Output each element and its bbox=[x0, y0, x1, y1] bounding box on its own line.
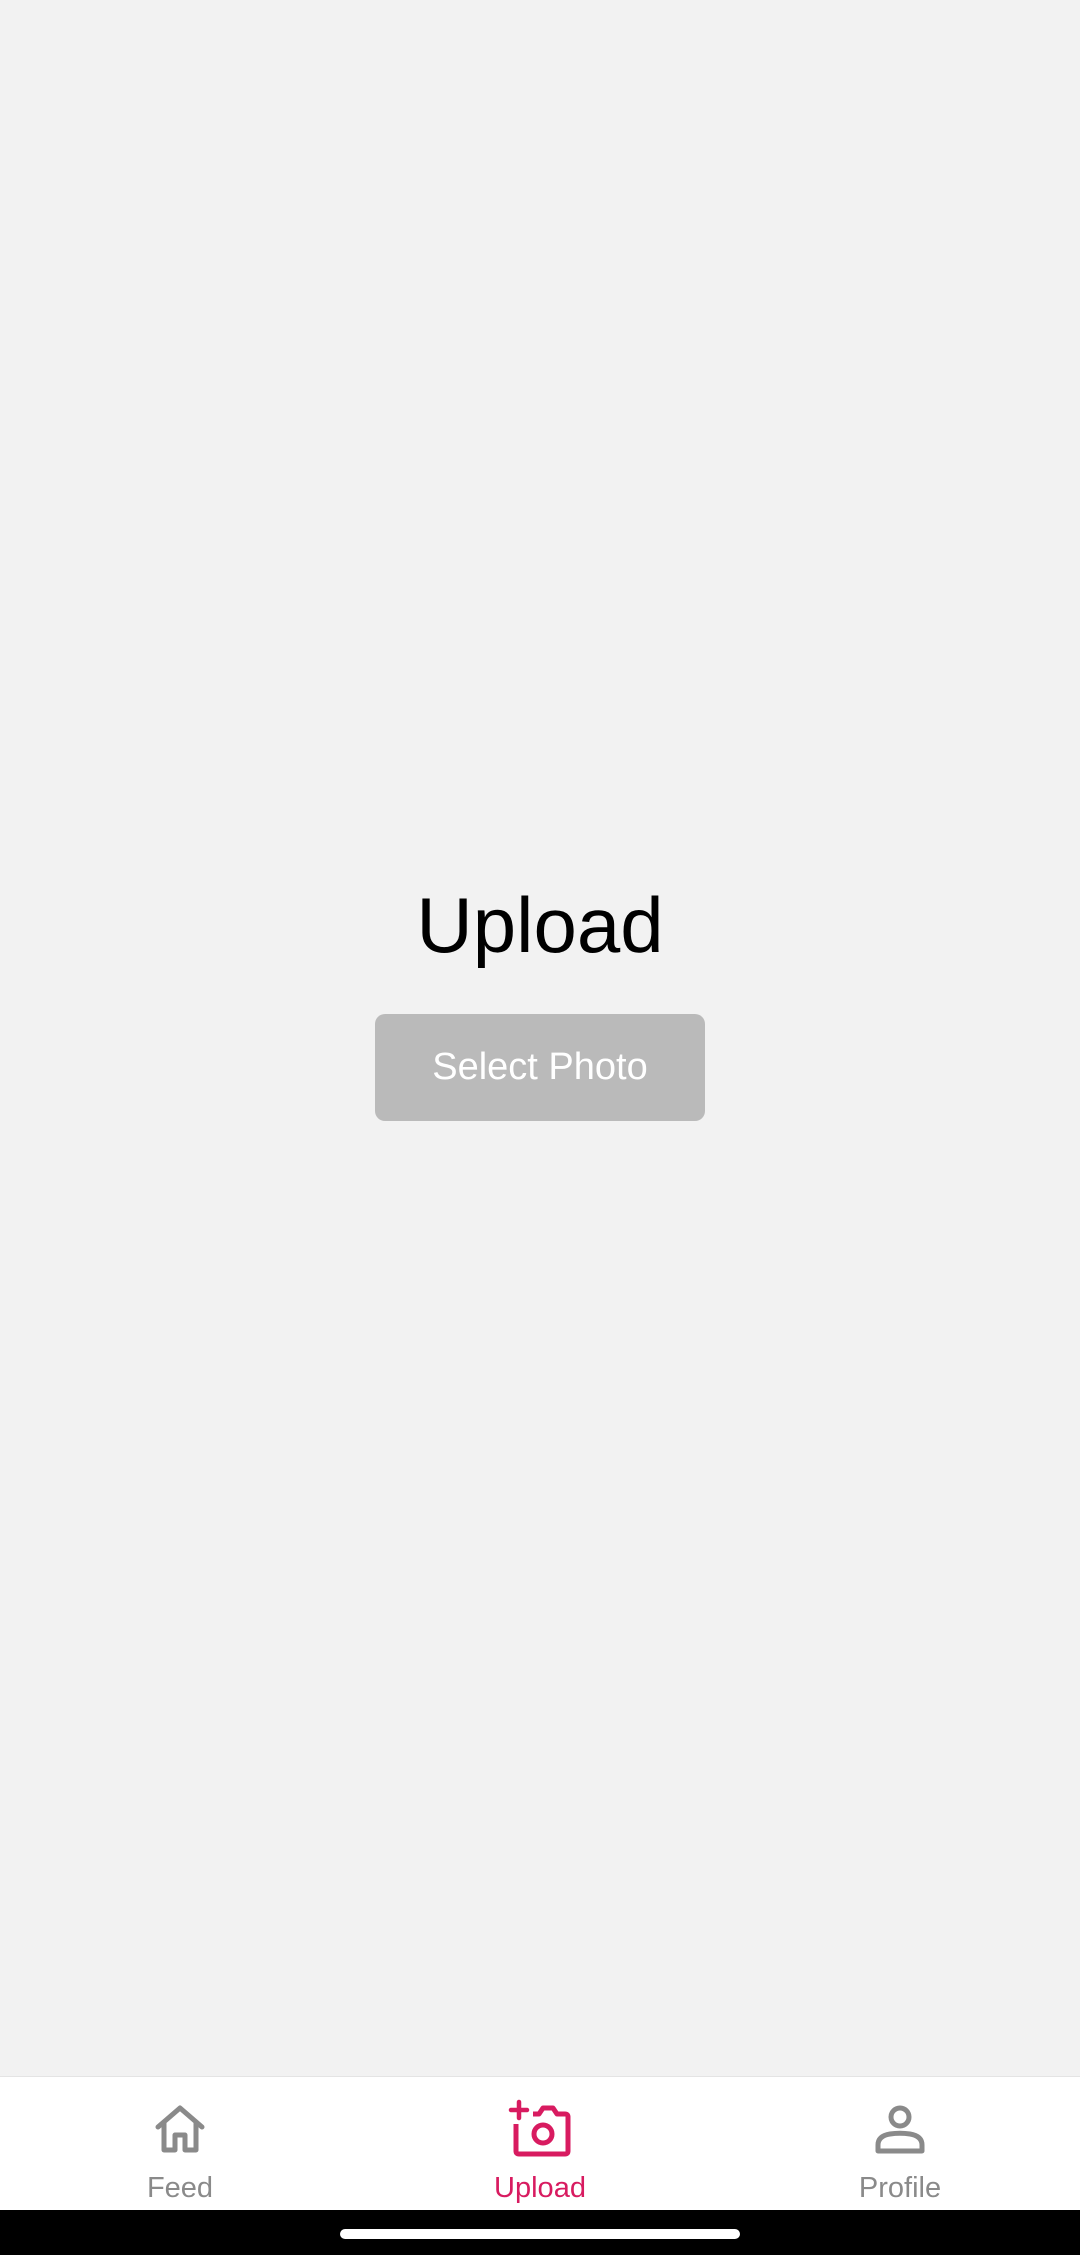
nav-label-feed: Feed bbox=[146, 2172, 214, 2204]
nav-item-profile[interactable]: Profile bbox=[720, 2077, 1080, 2210]
nav-item-upload[interactable]: Upload bbox=[360, 2077, 720, 2210]
nav-label-upload: Upload bbox=[494, 2172, 586, 2204]
app-screen: Upload Select Photo Feed Upload Profile bbox=[0, 0, 1080, 2255]
person-icon bbox=[875, 2105, 925, 2154]
upload-screen: Upload Select Photo bbox=[0, 0, 1080, 2076]
nav-label-profile: Profile bbox=[858, 2172, 942, 2204]
bottom-navigation: Feed Upload Profile bbox=[0, 2076, 1080, 2210]
system-gesture-bar bbox=[0, 2210, 1080, 2255]
home-indicator[interactable] bbox=[340, 2229, 740, 2239]
add-photo-icon bbox=[508, 2099, 571, 2157]
home-icon bbox=[155, 2105, 205, 2153]
select-photo-button[interactable]: Select Photo bbox=[375, 1014, 705, 1121]
nav-item-feed[interactable]: Feed bbox=[0, 2077, 360, 2210]
page-title: Upload bbox=[416, 881, 664, 969]
